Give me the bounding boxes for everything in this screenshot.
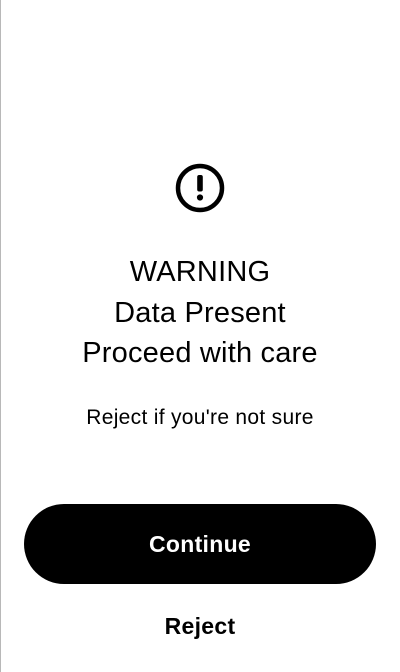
- headline-line-proceed: Proceed with care: [82, 337, 318, 369]
- warning-headline: WARNING Data Present Proceed with care: [0, 252, 400, 374]
- headline-line-data-present: Data Present: [114, 296, 286, 329]
- reject-button-label: Reject: [164, 612, 236, 639]
- warning-subtext: Reject if you're not sure: [86, 406, 314, 429]
- exclamation-circle-icon: [175, 163, 225, 213]
- continue-button-label: Continue: [148, 530, 252, 557]
- reject-button[interactable]: Reject: [130, 608, 270, 644]
- continue-button[interactable]: Continue: [24, 504, 376, 584]
- headline-line-warning: WARNING: [129, 256, 271, 288]
